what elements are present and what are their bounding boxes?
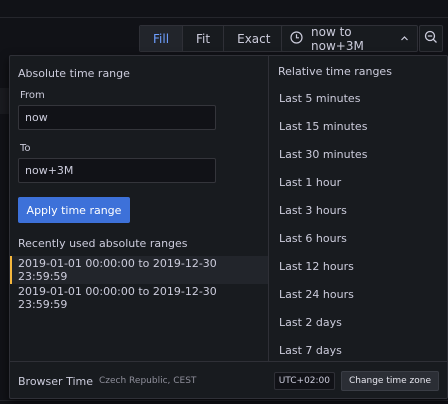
relative-range-item[interactable]: Last 2 days — [270, 308, 448, 336]
relative-range-item[interactable]: Last 3 hours — [270, 196, 448, 224]
recent-range-item[interactable]: 2019-01-01 00:00:00 to 2019-12-30 23:59:… — [10, 256, 268, 284]
timezone-offset-badge: UTC+02:00 — [273, 372, 336, 390]
absolute-range-title: Absolute time range — [18, 67, 130, 80]
zoom-out-icon — [424, 29, 438, 48]
background-divider — [0, 400, 448, 401]
time-picker-popover: Absolute time range From To Apply time r… — [9, 55, 448, 399]
recent-range-item[interactable]: 2019-01-01 00:00:00 to 2019-12-30 23:59:… — [10, 284, 268, 312]
relative-range-item[interactable]: Last 5 minutes — [270, 84, 448, 112]
relative-range-item[interactable]: Last 24 hours — [270, 280, 448, 308]
change-time-zone-button[interactable]: Change time zone — [341, 371, 439, 391]
relative-range-item[interactable]: Last 6 hours — [270, 224, 448, 252]
relative-range-pane: Relative time ranges Last 5 minutes Last… — [270, 56, 448, 361]
chevron-up-icon — [400, 32, 409, 46]
background-divider — [0, 17, 448, 18]
timezone-region: Czech Republic, CEST — [99, 376, 197, 386]
absolute-range-pane: Absolute time range From To Apply time r… — [10, 56, 269, 361]
from-label: From — [20, 90, 45, 101]
clock-icon — [290, 30, 303, 47]
background-panel-stub — [0, 88, 9, 114]
relative-ranges-title: Relative time ranges — [278, 65, 392, 78]
time-range-picker-button[interactable]: now to now+3M — [281, 24, 418, 53]
relative-range-item[interactable]: Last 30 minutes — [270, 140, 448, 168]
relative-range-item[interactable]: Last 1 hour — [270, 168, 448, 196]
relative-range-item[interactable]: Last 7 days — [270, 336, 448, 364]
timezone-footer: Browser Time Czech Republic, CEST UTC+02… — [10, 361, 447, 400]
relative-range-list: Last 5 minutes Last 15 minutes Last 30 m… — [270, 84, 448, 364]
relative-range-item[interactable]: Last 15 minutes — [270, 112, 448, 140]
zoom-fit-button[interactable]: Fit — [183, 26, 225, 51]
zoom-out-button[interactable] — [419, 25, 443, 52]
relative-range-item[interactable]: Last 12 hours — [270, 252, 448, 280]
from-input[interactable] — [18, 105, 216, 130]
zoom-mode-group: Fill Fit Exact — [139, 25, 285, 52]
to-input[interactable] — [18, 158, 216, 183]
timezone-name: Browser Time — [18, 374, 93, 388]
time-range-label: now to now+3M — [311, 24, 364, 53]
apply-time-range-button[interactable]: Apply time range — [18, 197, 130, 223]
to-label: To — [20, 143, 31, 154]
zoom-exact-button[interactable]: Exact — [224, 26, 284, 51]
zoom-fill-button[interactable]: Fill — [140, 26, 184, 51]
recent-ranges-title: Recently used absolute ranges — [18, 237, 188, 250]
